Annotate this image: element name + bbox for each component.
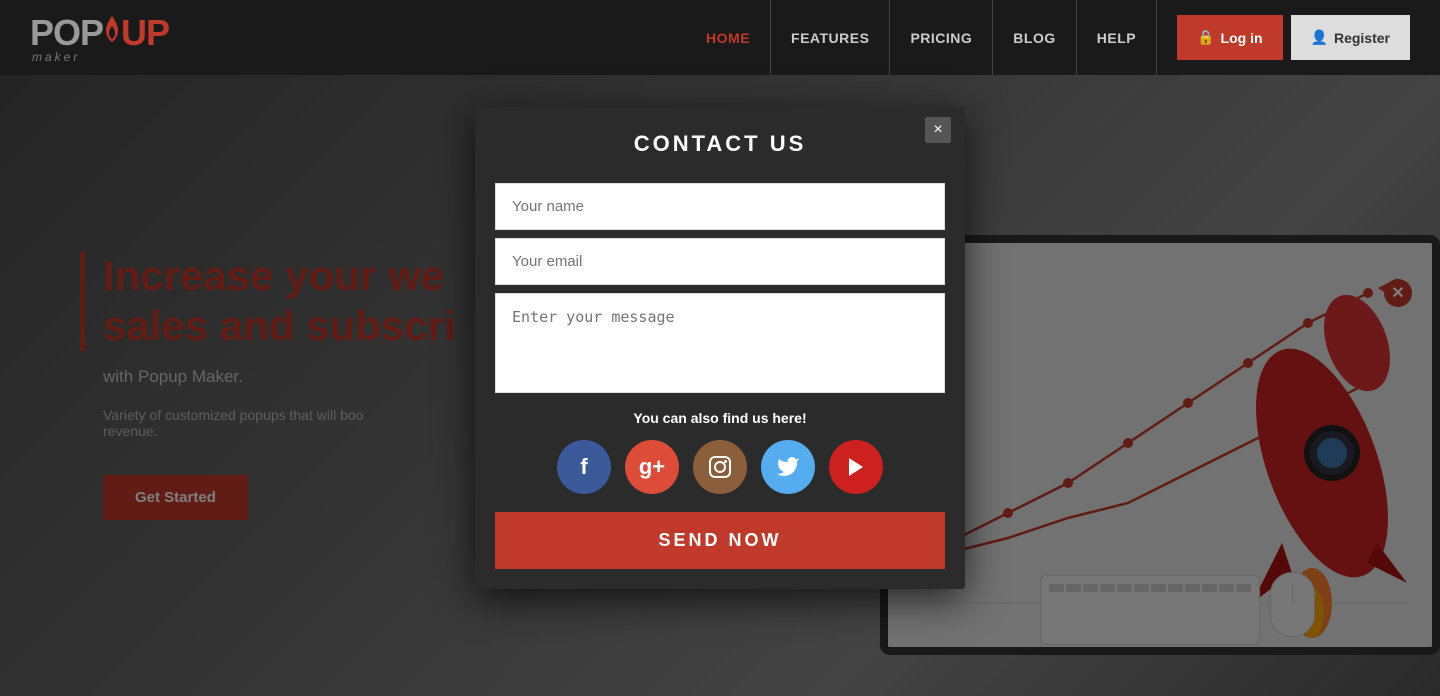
nav-features[interactable]: FEATURES: [771, 0, 890, 75]
logo-pop-text: POP: [30, 12, 103, 54]
email-input[interactable]: [495, 238, 945, 285]
instagram-icon[interactable]: [693, 440, 747, 494]
modal-title: CONTACT US: [495, 131, 945, 157]
googleplus-icon[interactable]: g+: [625, 440, 679, 494]
twitter-icon[interactable]: [761, 440, 815, 494]
navbar: POP UP maker HOME FEATURES PRICING BLOG …: [0, 0, 1440, 75]
logo-maker-text: maker: [32, 50, 80, 64]
login-button[interactable]: 🔒 Log in: [1177, 15, 1282, 60]
register-label: Register: [1334, 30, 1390, 46]
nav-blog[interactable]: BLOG: [993, 0, 1076, 75]
logo: POP UP maker: [30, 12, 169, 64]
youtube-icon[interactable]: [829, 440, 883, 494]
social-icons-group: f g+: [495, 440, 945, 494]
modal-body: You can also find us here! f g+: [475, 167, 965, 589]
modal-close-button[interactable]: ×: [925, 117, 951, 143]
login-label: Log in: [1221, 30, 1263, 46]
nav-links: HOME FEATURES PRICING BLOG HELP 🔒 Log in…: [686, 0, 1410, 75]
facebook-icon[interactable]: f: [557, 440, 611, 494]
contact-modal: CONTACT US × You can also find us here! …: [475, 107, 965, 589]
modal-header: CONTACT US ×: [475, 107, 965, 167]
nav-help[interactable]: HELP: [1077, 0, 1157, 75]
message-textarea[interactable]: [495, 293, 945, 393]
lock-icon: 🔒: [1197, 29, 1214, 46]
send-now-button[interactable]: SEND NOW: [495, 512, 945, 569]
name-input[interactable]: [495, 183, 945, 230]
nav-home[interactable]: HOME: [686, 0, 771, 75]
user-icon: 👤: [1311, 29, 1328, 46]
social-label: You can also find us here!: [495, 410, 945, 426]
register-button[interactable]: 👤 Register: [1291, 15, 1410, 60]
logo-up-text: UP: [121, 12, 169, 54]
nav-pricing[interactable]: PRICING: [890, 0, 993, 75]
flame-icon: [104, 16, 120, 42]
